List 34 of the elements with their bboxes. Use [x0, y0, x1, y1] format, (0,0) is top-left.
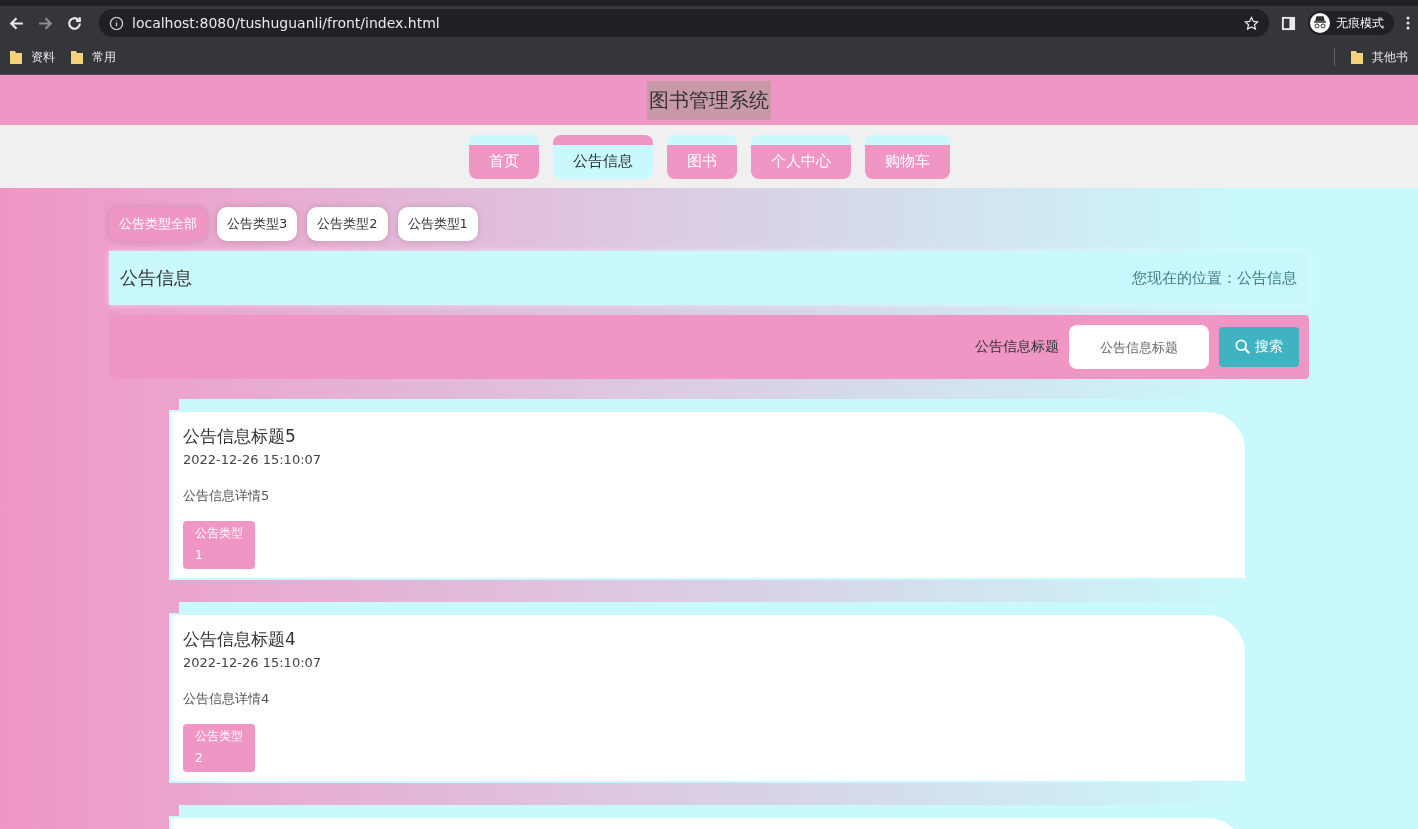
type-tag: 公告类型 2	[183, 724, 255, 772]
info-icon[interactable]	[109, 15, 124, 31]
notice-card[interactable]: 公告信息标题5 2022-12-26 15:10:07 公告信息详情5 公告类型 1	[169, 410, 1247, 580]
search-icon	[1235, 339, 1251, 355]
filter-tab[interactable]: 公告类型1	[397, 207, 478, 241]
search-field[interactable]: 公告信息标题	[1069, 325, 1209, 369]
notice-title: 公告信息标题5	[183, 425, 297, 448]
filter-tab[interactable]: 公告类型2	[307, 207, 388, 241]
site-title: 图书管理系统	[647, 80, 771, 120]
incognito-badge[interactable]: 无痕模式	[1308, 11, 1394, 35]
star-icon[interactable]	[1244, 15, 1259, 31]
reload-icon[interactable]	[66, 14, 83, 32]
notice-title: 公告信息标题4	[183, 628, 297, 651]
folder-icon	[10, 50, 22, 64]
bookmark-item[interactable]: 其他书	[1351, 48, 1408, 66]
nav-tab[interactable]: 公告信息	[552, 134, 653, 179]
notice-time: 2022-12-26 15:10:07	[183, 452, 323, 467]
notice-time: 2022-12-26 15:10:07	[183, 655, 323, 670]
notice-detail: 公告信息详情5	[183, 487, 271, 505]
folder-icon	[1351, 50, 1363, 64]
address-bar[interactable]: localhost:8080/tushuguanli/front/index.html	[99, 9, 1269, 37]
filter-tab[interactable]: 公告类型3	[217, 207, 298, 241]
more-icon[interactable]	[1406, 15, 1410, 31]
type-tag: 公告类型 1	[183, 521, 255, 569]
breadcrumb: 您现在的位置：公告信息	[1132, 268, 1297, 288]
bookmark-item[interactable]: 资料	[10, 48, 55, 66]
field-label: 公告信息标题	[975, 338, 1059, 356]
notice-card[interactable]: 公告信息标题4 2022-12-26 15:10:07 公告信息详情4 公告类型 2	[169, 613, 1247, 783]
incognito-icon	[1310, 13, 1330, 33]
notice-detail: 公告信息详情4	[183, 690, 271, 708]
folder-icon	[71, 50, 83, 64]
bookmark-item[interactable]: 常用	[71, 48, 116, 66]
side-panel-icon[interactable]	[1281, 15, 1296, 31]
section-title: 公告信息	[120, 266, 192, 290]
